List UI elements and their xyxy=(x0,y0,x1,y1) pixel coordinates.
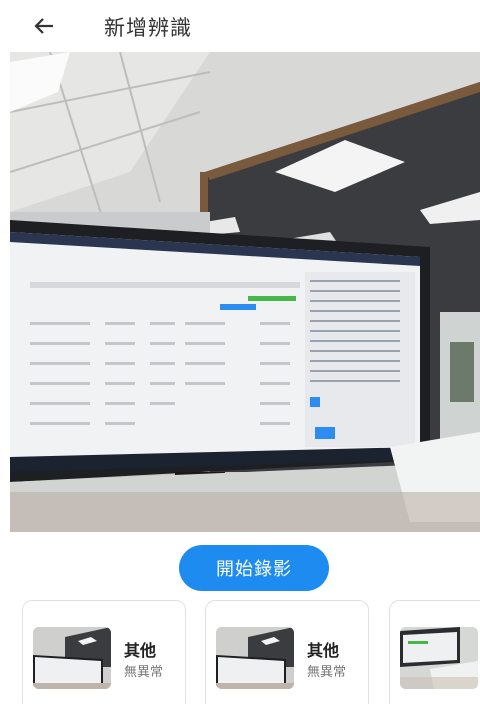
result-category: 其他 xyxy=(307,641,340,660)
result-card[interactable]: 其他 無異常 xyxy=(22,600,186,704)
result-card[interactable]: 其他 無異常 xyxy=(205,600,369,704)
camera-preview xyxy=(10,52,480,532)
result-card[interactable] xyxy=(389,600,480,704)
app-header: 新增辨識 xyxy=(0,0,480,52)
result-category: 其他 xyxy=(124,641,157,660)
result-status: 無異常 xyxy=(307,665,347,680)
back-button[interactable] xyxy=(28,10,60,42)
result-thumbnail xyxy=(33,627,111,689)
start-recording-button[interactable]: 開始錄影 xyxy=(179,545,329,591)
results-list: 其他 無異常 其他 無異常 xyxy=(0,600,480,704)
page-title: 新增辨識 xyxy=(104,16,192,40)
result-status: 無異常 xyxy=(124,665,164,680)
arrow-left-icon xyxy=(34,18,53,34)
result-thumbnail xyxy=(216,627,294,689)
result-thumbnail xyxy=(400,627,478,689)
